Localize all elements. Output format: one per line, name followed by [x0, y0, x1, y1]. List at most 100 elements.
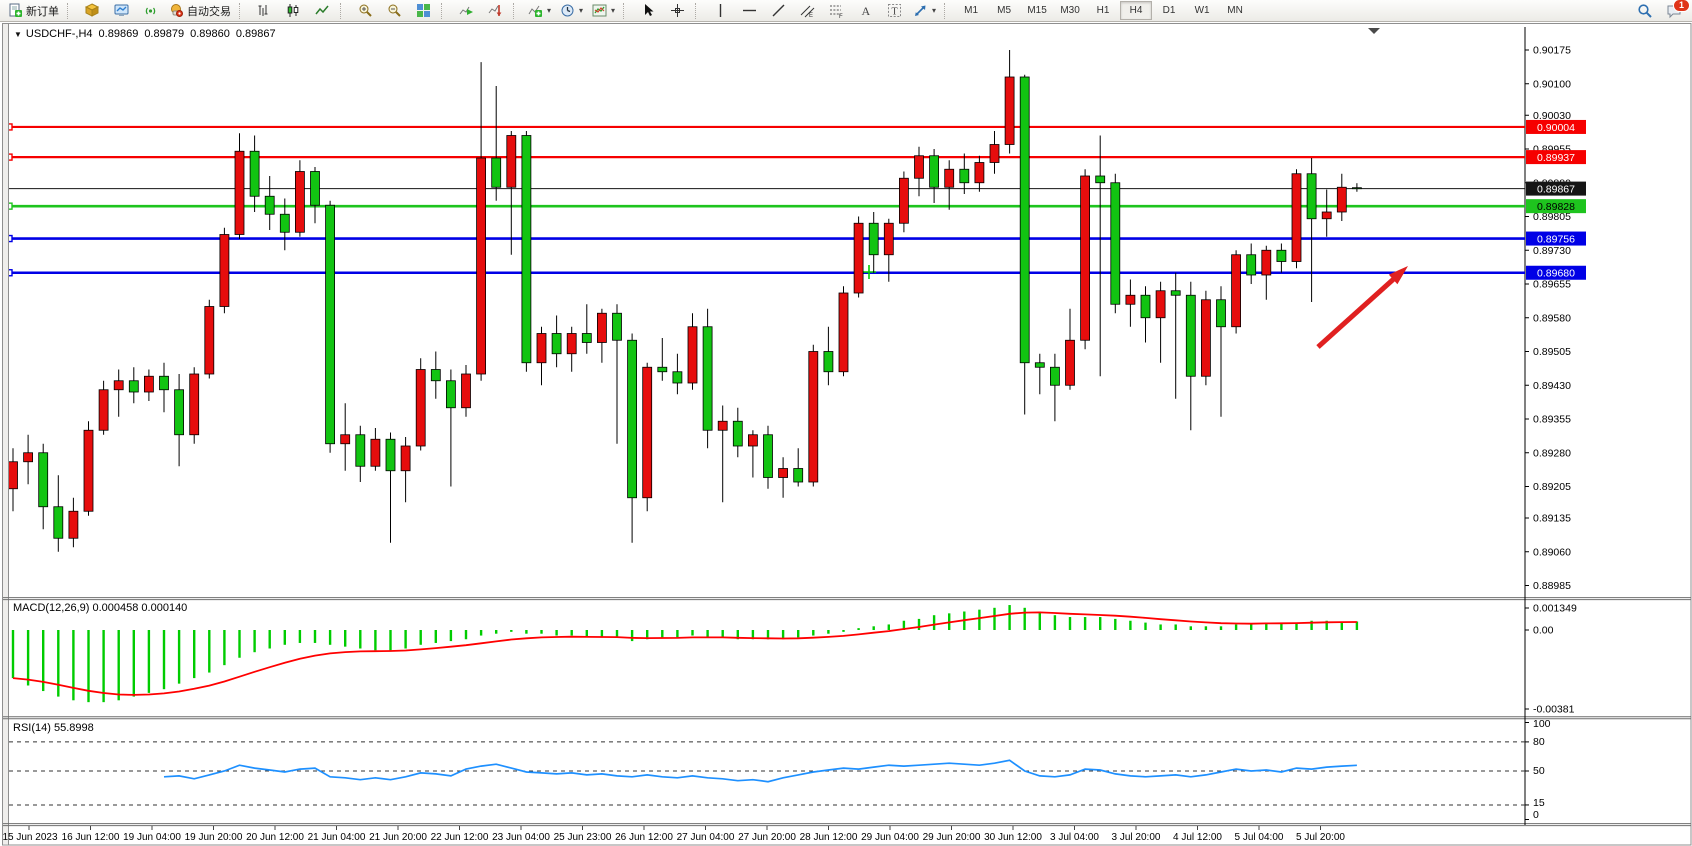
candle-body — [311, 172, 320, 206]
arrow-objects-dropdown-icon[interactable]: ▾ — [932, 6, 936, 15]
timeframe-button-h4[interactable]: H4 — [1120, 1, 1152, 20]
text-label-button[interactable]: T — [880, 0, 908, 22]
candle-body — [582, 334, 591, 343]
periods-button[interactable]: ▾ — [556, 0, 587, 22]
toolbar-separator — [623, 3, 630, 19]
price-tick-label: 0.90100 — [1533, 78, 1571, 90]
macd-histogram-bar — [1159, 624, 1161, 630]
macd-histogram-bar — [1084, 617, 1086, 630]
templates-button[interactable]: ▾ — [588, 0, 619, 22]
candle-body — [839, 293, 848, 372]
time-axis-label: 19 Jun 20:00 — [185, 832, 243, 843]
zoom-out-button[interactable] — [380, 0, 408, 22]
macd-histogram-bar — [208, 630, 210, 673]
clock-icon — [560, 3, 575, 18]
tile-windows-button[interactable] — [409, 0, 437, 22]
arrows-icon — [913, 3, 928, 18]
candle-body — [1156, 291, 1165, 318]
periods-dropdown-icon[interactable]: ▾ — [579, 6, 583, 15]
autoscroll-icon — [459, 3, 474, 18]
candle-body — [1337, 187, 1346, 212]
macd-indicator-label: MACD(12,26,9) 0.000458 0.000140 — [13, 602, 187, 614]
candle-body — [1020, 77, 1029, 363]
arrow-objects-button[interactable]: ▾ — [909, 0, 940, 22]
line-chart-mode-button[interactable] — [308, 0, 336, 22]
candle-body — [235, 151, 244, 234]
timeframe-button-m15[interactable]: M15 — [1021, 1, 1053, 20]
timeframe-button-m5[interactable]: M5 — [988, 1, 1020, 20]
toolbar-separator — [441, 3, 448, 19]
svg-text:A: A — [861, 4, 870, 18]
candle-body — [1232, 255, 1241, 327]
timeframe-button-d1[interactable]: D1 — [1153, 1, 1185, 20]
search-button[interactable] — [1631, 0, 1659, 22]
templates-dropdown-icon[interactable]: ▾ — [611, 6, 615, 15]
data-window-button[interactable] — [107, 0, 135, 22]
candle-body — [401, 446, 410, 471]
bar-chart-mode-button[interactable] — [250, 0, 278, 22]
navigator-button[interactable] — [136, 0, 164, 22]
market-watch-button[interactable] — [78, 0, 106, 22]
template-icon — [592, 3, 607, 18]
candle-body — [250, 151, 259, 196]
time-axis-label: 20 Jun 12:00 — [246, 832, 304, 843]
timeframe-button-w1[interactable]: W1 — [1186, 1, 1218, 20]
candle-body — [69, 511, 78, 538]
rsi-indicator-label: RSI(14) 55.8998 — [13, 722, 94, 734]
time-axis-label: 27 Jun 20:00 — [738, 832, 796, 843]
candle-body — [416, 370, 425, 447]
equidistant-channel-button[interactable]: E — [793, 0, 821, 22]
macd-histogram-bar — [404, 630, 406, 649]
timeframe-button-h1[interactable]: H1 — [1087, 1, 1119, 20]
candle-body — [1141, 295, 1150, 318]
zoom-in-button[interactable] — [351, 0, 379, 22]
cursor-button[interactable] — [634, 0, 662, 22]
candle-body — [462, 374, 471, 408]
macd-histogram-bar — [329, 630, 331, 645]
last-price-line-price-badge-label: 0.89867 — [1537, 183, 1575, 195]
new-order-button[interactable]: 新订单 — [4, 0, 63, 22]
candle-body — [643, 367, 652, 498]
candle-body — [1096, 176, 1105, 183]
chart-collapse-icon[interactable]: ▼ — [14, 30, 22, 39]
candle-body — [175, 390, 184, 435]
trendline-button[interactable] — [764, 0, 792, 22]
crosshair-button[interactable] — [663, 0, 691, 22]
candle-body — [628, 340, 637, 498]
fibonacci-button[interactable]: F — [822, 0, 850, 22]
notification-count-badge: 1 — [1673, 0, 1690, 12]
toolbar-separator — [944, 3, 951, 19]
candle-body — [114, 381, 123, 390]
indicators-dropdown-icon[interactable]: ▾ — [547, 6, 551, 15]
shift-icon — [488, 3, 503, 18]
text-button[interactable]: A — [851, 0, 879, 22]
chart-shift-button[interactable] — [481, 0, 509, 22]
candle-body — [99, 390, 108, 431]
macd-histogram-bar — [571, 630, 573, 636]
candle-body — [431, 370, 440, 381]
resistance-line-2-price-badge-label: 0.89937 — [1537, 152, 1575, 164]
time-axis-label: 30 Jun 12:00 — [984, 832, 1042, 843]
candle-chart-mode-button[interactable] — [279, 0, 307, 22]
macd-histogram-bar — [993, 608, 995, 630]
price-chart[interactable]: 0.901750.901000.900300.899550.898800.898… — [0, 22, 1692, 846]
notifications-button[interactable]: 1 — [1660, 0, 1688, 22]
macd-histogram-bar — [12, 630, 14, 678]
auto-scroll-button[interactable] — [452, 0, 480, 22]
timeframe-button-mn[interactable]: MN — [1219, 1, 1251, 20]
candle-body — [945, 169, 954, 187]
macd-histogram-bar — [374, 630, 376, 650]
vertical-line-button[interactable] — [706, 0, 734, 22]
timeframe-button-m1[interactable]: M1 — [955, 1, 987, 20]
toolbar-separator — [695, 3, 702, 19]
candle-body — [24, 453, 33, 462]
candle-body — [371, 439, 380, 466]
timeframe-button-m30[interactable]: M30 — [1054, 1, 1086, 20]
horizontal-line-button[interactable] — [735, 0, 763, 22]
ohlc-high: 0.89879 — [144, 28, 184, 40]
macd-histogram-bar — [57, 630, 59, 697]
indicators-button[interactable]: ▾ — [524, 0, 555, 22]
auto-trading-button[interactable]: 自动交易 — [165, 0, 235, 22]
macd-histogram-bar — [284, 630, 286, 645]
time-axis-label: 4 Jul 12:00 — [1173, 832, 1222, 843]
